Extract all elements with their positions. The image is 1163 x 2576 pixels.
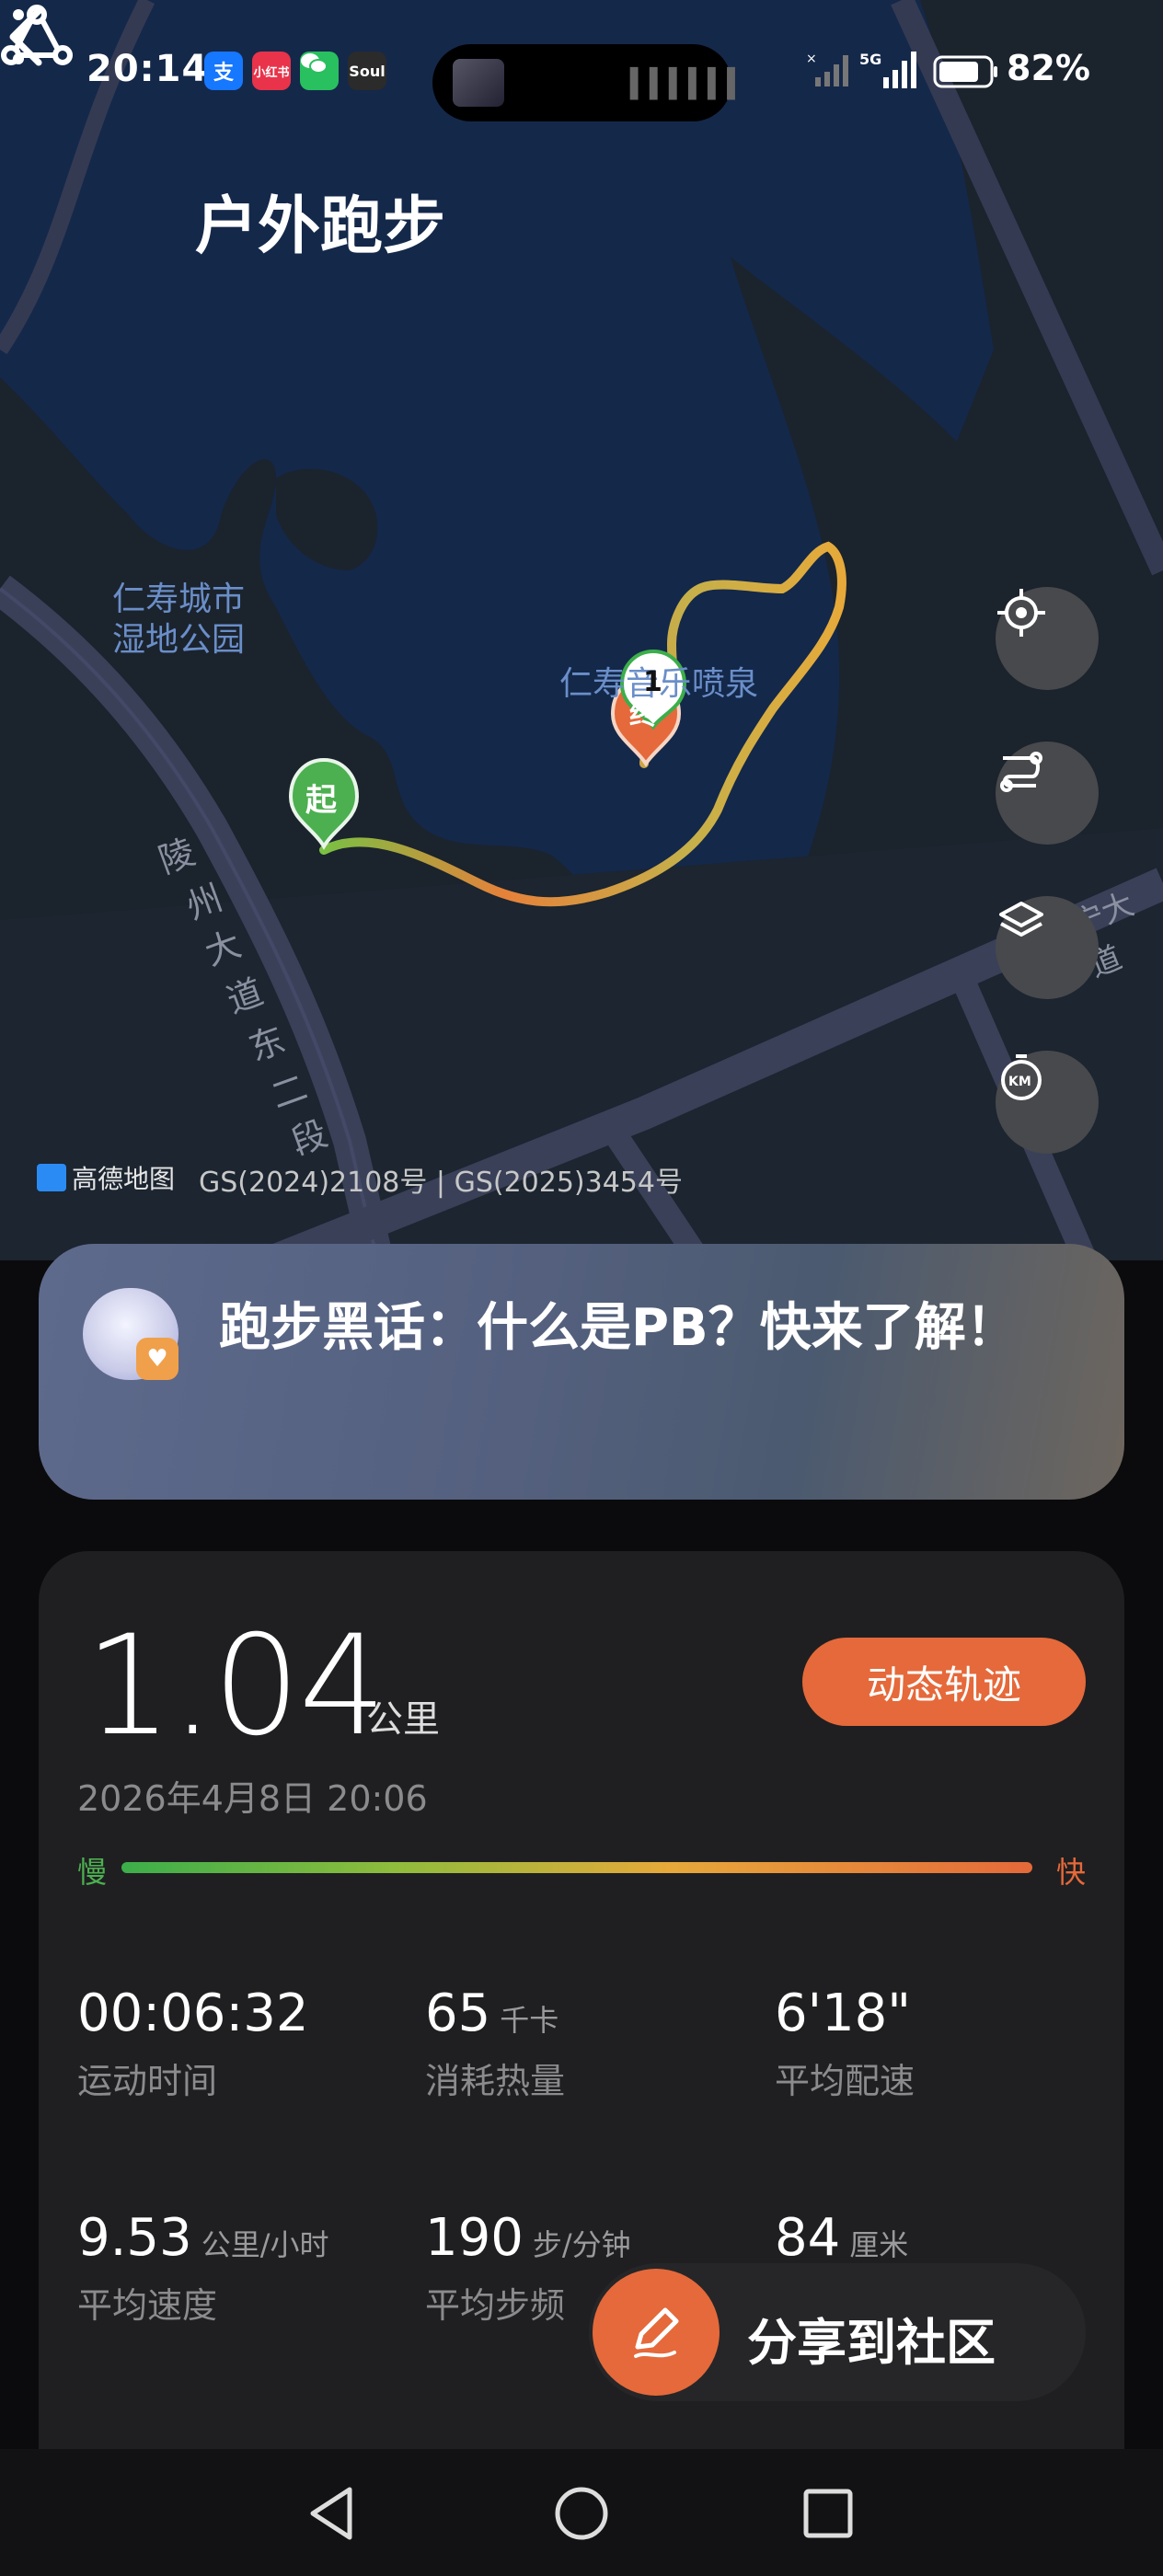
tip-text: 跑步黑话：什么是PB？快来了解！ (219, 1298, 1018, 1358)
km-split-button[interactable]: KM (996, 1051, 1099, 1154)
signal-5g-icon: 5G (859, 51, 916, 88)
nav-home-icon[interactable] (545, 2477, 618, 2550)
battery-icon (933, 55, 997, 88)
wechat-icon (300, 52, 339, 90)
more-icon[interactable] (0, 0, 37, 74)
stat-calories: 65 千卡 消耗热量 (425, 1984, 566, 2101)
workout-datetime: 2026年4月8日 20:06 (77, 1778, 428, 1819)
status-time: 20:14 (86, 48, 209, 90)
heart-icon: ♥ (136, 1338, 178, 1380)
workout-summary-card: 1.04 公里 动态轨迹 2026年4月8日 20:06 慢 快 00:06:3… (39, 1551, 1124, 2576)
locate-button[interactable] (996, 587, 1099, 690)
nav-back-icon[interactable] (296, 2477, 370, 2550)
audio-wave-icon: ▍▍▍▍▍▍ (630, 68, 748, 100)
xiaohongshu-icon: 小红书 (252, 52, 291, 90)
locate-icon (997, 589, 1045, 637)
stat-avg-speed: 9.53 公里/小时 平均速度 (77, 2208, 329, 2326)
route-map[interactable]: 20:14 支 小红书 Soul ▍▍▍▍▍▍ × 5G 82% 户外跑步 仁寿… (0, 0, 1163, 1260)
dynamic-island[interactable]: ▍▍▍▍▍▍ (432, 44, 748, 121)
share-label: 分享到社区 (747, 2314, 996, 2372)
status-bar: 20:14 支 小红书 Soul ▍▍▍▍▍▍ × 5G 82% (0, 44, 1163, 121)
stat-duration: 00:06:32 运动时间 (77, 1984, 309, 2101)
amap-logo: 高德地图 (37, 1159, 175, 1196)
system-nav-bar (0, 2449, 1163, 2576)
park-label: 仁寿城市 湿地公园 (112, 581, 246, 659)
slow-label: 慢 (77, 1855, 108, 1890)
mascot-icon: ♥ (83, 1288, 178, 1380)
pace-legend: 慢 快 (77, 1849, 1086, 1890)
route-toggle-button[interactable] (996, 742, 1099, 845)
distance-value: 1.04 (85, 1606, 386, 1766)
fast-label: 快 (1055, 1855, 1086, 1890)
map-copyright: GS(2024)2108号 | GS(2025)3454号 (199, 1167, 683, 1199)
nav-recents-icon[interactable] (791, 2477, 865, 2550)
stat-avg-pace: 6'18" 平均配速 (775, 1984, 915, 2101)
battery-percent: 82% (1007, 48, 1090, 88)
pace-gradient-bar (121, 1862, 1032, 1873)
dynamic-track-button[interactable]: 动态轨迹 (802, 1638, 1086, 1726)
distance-unit: 公里 (366, 1698, 440, 1741)
running-tip-banner[interactable]: ♥ 跑步黑话：什么是PB？快来了解！ (39, 1244, 1124, 1500)
network-type: 5G (859, 51, 881, 68)
stopwatch-km-icon: KM (1001, 1054, 1042, 1100)
route-toggle-icon (1000, 752, 1042, 792)
music-artwork (453, 59, 504, 107)
alipay-icon: 支 (204, 52, 243, 90)
soul-icon: Soul (348, 52, 386, 90)
pen-icon (593, 2269, 720, 2396)
svg-text:×: × (806, 52, 817, 66)
svg-text:KM: KM (1008, 1075, 1031, 1089)
page-title: 户外跑步 (195, 190, 446, 263)
layers-icon (999, 902, 1043, 937)
map-layers-button[interactable] (996, 896, 1099, 999)
share-to-community-button[interactable]: 分享到社区 (589, 2263, 1086, 2401)
start-marker-label: 起 (305, 782, 337, 819)
signal-sim1-icon: × (806, 52, 848, 86)
km-marker-label: 1 (643, 666, 662, 698)
